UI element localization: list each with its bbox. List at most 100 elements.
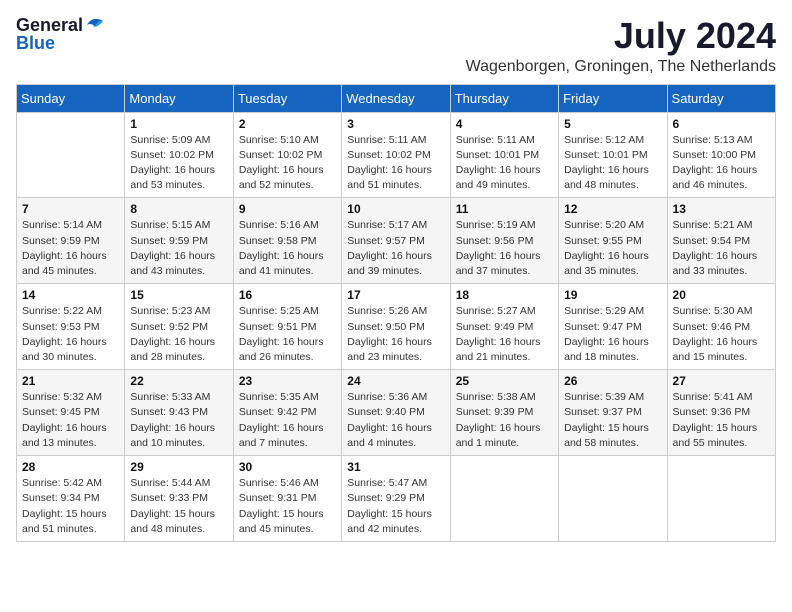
table-row: 19Sunrise: 5:29 AM Sunset: 9:47 PM Dayli… [559, 284, 667, 370]
table-row: 17Sunrise: 5:26 AM Sunset: 9:50 PM Dayli… [342, 284, 450, 370]
table-row [450, 456, 558, 542]
table-row: 23 Sunrise: 5:35 AM Sunset: 9:42 PM Dayli… [233, 370, 341, 456]
weekday-header-row: Sunday Monday Tuesday Wednesday Thursday… [17, 84, 776, 112]
day-info: Sunrise: 5:36 AM Sunset: 9:40 PM Dayligh… [347, 390, 444, 451]
table-row: 15 Sunrise: 5:23 AM Sunset: 9:52 PM Dayli… [125, 284, 233, 370]
day-number: 11 [456, 202, 553, 216]
header-sunday: Sunday [17, 84, 125, 112]
table-row [17, 112, 125, 198]
day-number: 10 [347, 202, 444, 216]
table-row: 6Sunrise: 5:13 AM Sunset: 10:00 PM Dayli… [667, 112, 775, 198]
page-header: General Blue July 2024 Wagenborgen, Gron… [16, 16, 776, 76]
table-row: 13 Sunrise: 5:21 AM Sunset: 9:54 PM Dayli… [667, 198, 775, 284]
table-row: 11 Sunrise: 5:19 AM Sunset: 9:56 PM Dayli… [450, 198, 558, 284]
day-info: Sunrise: 5:33 AM Sunset: 9:43 PM Dayligh… [130, 390, 227, 451]
calendar-week-row: 28 Sunrise: 5:42 AM Sunset: 9:34 PM Dayli… [17, 456, 776, 542]
logo-bird-icon [85, 17, 107, 33]
calendar-week-row: 1Sunrise: 5:09 AM Sunset: 10:02 PM Dayli… [17, 112, 776, 198]
day-number: 14 [22, 288, 119, 302]
location-subtitle: Wagenborgen, Groningen, The Netherlands [466, 58, 776, 76]
table-row: 29 Sunrise: 5:44 AM Sunset: 9:33 PM Dayli… [125, 456, 233, 542]
day-number: 13 [673, 202, 770, 216]
table-row: 22 Sunrise: 5:33 AM Sunset: 9:43 PM Dayli… [125, 370, 233, 456]
day-info: Sunrise: 5:11 AM Sunset: 10:02 PM Daylig… [347, 133, 444, 194]
day-number: 23 [239, 374, 336, 388]
calendar-table: Sunday Monday Tuesday Wednesday Thursday… [16, 84, 776, 542]
table-row: 3 Sunrise: 5:11 AM Sunset: 10:02 PM Dayli… [342, 112, 450, 198]
month-title: July 2024 [466, 16, 776, 56]
table-row [667, 456, 775, 542]
day-number: 22 [130, 374, 227, 388]
header-tuesday: Tuesday [233, 84, 341, 112]
day-number: 30 [239, 460, 336, 474]
header-friday: Friday [559, 84, 667, 112]
day-info: Sunrise: 5:11 AM Sunset: 10:01 PM Daylig… [456, 133, 553, 194]
table-row: 20Sunrise: 5:30 AM Sunset: 9:46 PM Dayli… [667, 284, 775, 370]
day-info: Sunrise: 5:17 AM Sunset: 9:57 PM Dayligh… [347, 218, 444, 279]
day-info: Sunrise: 5:15 AM Sunset: 9:59 PM Dayligh… [130, 218, 227, 279]
table-row: 28 Sunrise: 5:42 AM Sunset: 9:34 PM Dayli… [17, 456, 125, 542]
day-number: 15 [130, 288, 227, 302]
day-number: 26 [564, 374, 661, 388]
table-row: 12 Sunrise: 5:20 AM Sunset: 9:55 PM Dayli… [559, 198, 667, 284]
day-number: 25 [456, 374, 553, 388]
table-row: 24 Sunrise: 5:36 AM Sunset: 9:40 PM Dayli… [342, 370, 450, 456]
day-number: 8 [130, 202, 227, 216]
day-info: Sunrise: 5:42 AM Sunset: 9:34 PM Dayligh… [22, 476, 119, 537]
day-number: 4 [456, 117, 553, 131]
day-info: Sunrise: 5:29 AM Sunset: 9:47 PM Dayligh… [564, 304, 661, 365]
day-number: 6 [673, 117, 770, 131]
day-number: 3 [347, 117, 444, 131]
day-info: Sunrise: 5:14 AM Sunset: 9:59 PM Dayligh… [22, 218, 119, 279]
table-row: 5Sunrise: 5:12 AM Sunset: 10:01 PM Dayli… [559, 112, 667, 198]
title-area: July 2024 Wagenborgen, Groningen, The Ne… [466, 16, 776, 76]
table-row: 30 Sunrise: 5:46 AM Sunset: 9:31 PM Dayli… [233, 456, 341, 542]
day-info: Sunrise: 5:32 AM Sunset: 9:45 PM Dayligh… [22, 390, 119, 451]
day-number: 29 [130, 460, 227, 474]
table-row: 2 Sunrise: 5:10 AM Sunset: 10:02 PM Dayli… [233, 112, 341, 198]
table-row: 31Sunrise: 5:47 AM Sunset: 9:29 PM Dayli… [342, 456, 450, 542]
day-info: Sunrise: 5:39 AM Sunset: 9:37 PM Dayligh… [564, 390, 661, 451]
calendar-week-row: 21 Sunrise: 5:32 AM Sunset: 9:45 PM Dayli… [17, 370, 776, 456]
table-row: 18Sunrise: 5:27 AM Sunset: 9:49 PM Dayli… [450, 284, 558, 370]
day-info: Sunrise: 5:23 AM Sunset: 9:52 PM Dayligh… [130, 304, 227, 365]
day-number: 9 [239, 202, 336, 216]
day-info: Sunrise: 5:10 AM Sunset: 10:02 PM Daylig… [239, 133, 336, 194]
day-info: Sunrise: 5:19 AM Sunset: 9:56 PM Dayligh… [456, 218, 553, 279]
logo-general: General [16, 16, 83, 34]
logo: General Blue [16, 16, 107, 52]
day-number: 20 [673, 288, 770, 302]
day-info: Sunrise: 5:25 AM Sunset: 9:51 PM Dayligh… [239, 304, 336, 365]
day-info: Sunrise: 5:41 AM Sunset: 9:36 PM Dayligh… [673, 390, 770, 451]
table-row: 26 Sunrise: 5:39 AM Sunset: 9:37 PM Dayli… [559, 370, 667, 456]
day-number: 17 [347, 288, 444, 302]
day-info: Sunrise: 5:38 AM Sunset: 9:39 PM Dayligh… [456, 390, 553, 451]
day-info: Sunrise: 5:35 AM Sunset: 9:42 PM Dayligh… [239, 390, 336, 451]
table-row: 25 Sunrise: 5:38 AM Sunset: 9:39 PM Dayli… [450, 370, 558, 456]
table-row [559, 456, 667, 542]
day-info: Sunrise: 5:20 AM Sunset: 9:55 PM Dayligh… [564, 218, 661, 279]
day-number: 2 [239, 117, 336, 131]
table-row: 16Sunrise: 5:25 AM Sunset: 9:51 PM Dayli… [233, 284, 341, 370]
day-info: Sunrise: 5:46 AM Sunset: 9:31 PM Dayligh… [239, 476, 336, 537]
header-monday: Monday [125, 84, 233, 112]
table-row: 7Sunrise: 5:14 AM Sunset: 9:59 PM Daylig… [17, 198, 125, 284]
day-number: 28 [22, 460, 119, 474]
day-info: Sunrise: 5:44 AM Sunset: 9:33 PM Dayligh… [130, 476, 227, 537]
day-info: Sunrise: 5:21 AM Sunset: 9:54 PM Dayligh… [673, 218, 770, 279]
table-row: 14Sunrise: 5:22 AM Sunset: 9:53 PM Dayli… [17, 284, 125, 370]
day-number: 27 [673, 374, 770, 388]
day-number: 12 [564, 202, 661, 216]
day-number: 21 [22, 374, 119, 388]
table-row: 27 Sunrise: 5:41 AM Sunset: 9:36 PM Dayli… [667, 370, 775, 456]
day-info: Sunrise: 5:47 AM Sunset: 9:29 PM Dayligh… [347, 476, 444, 537]
header-saturday: Saturday [667, 84, 775, 112]
header-wednesday: Wednesday [342, 84, 450, 112]
calendar-week-row: 7Sunrise: 5:14 AM Sunset: 9:59 PM Daylig… [17, 198, 776, 284]
header-thursday: Thursday [450, 84, 558, 112]
calendar-week-row: 14Sunrise: 5:22 AM Sunset: 9:53 PM Dayli… [17, 284, 776, 370]
day-number: 18 [456, 288, 553, 302]
day-number: 24 [347, 374, 444, 388]
day-info: Sunrise: 5:12 AM Sunset: 10:01 PM Daylig… [564, 133, 661, 194]
table-row: 4 Sunrise: 5:11 AM Sunset: 10:01 PM Dayli… [450, 112, 558, 198]
